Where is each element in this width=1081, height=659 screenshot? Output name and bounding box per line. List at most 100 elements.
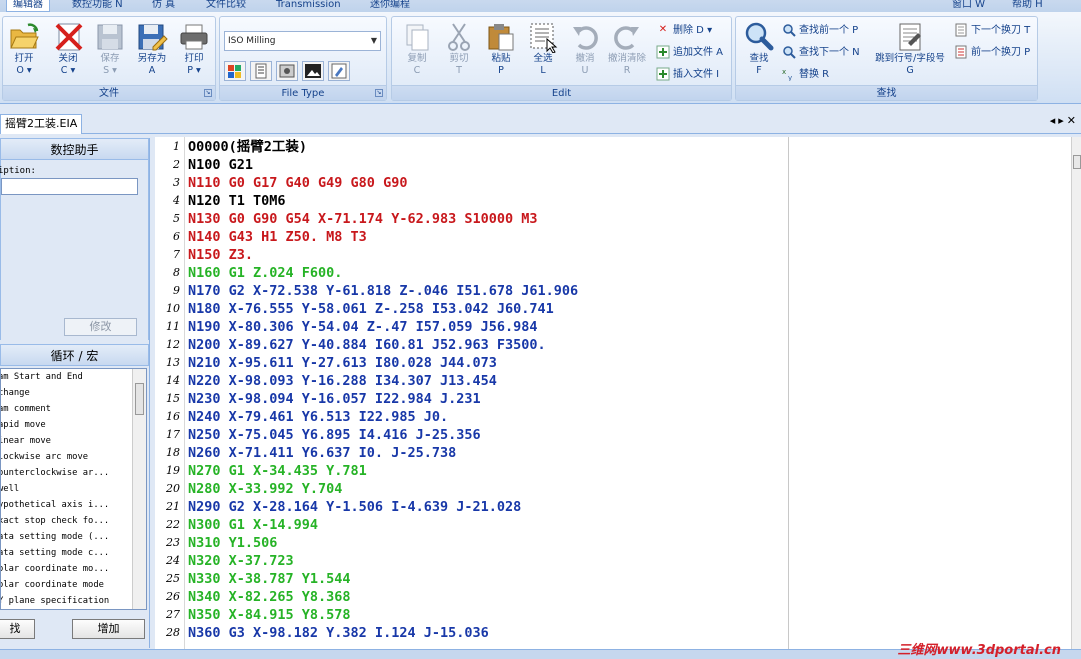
- close-button[interactable]: 关闭 C ▾: [49, 21, 87, 87]
- macro-add-button[interactable]: 增加: [72, 619, 145, 639]
- code-line[interactable]: N270 G1 X-34.435 Y.781: [188, 462, 367, 480]
- macro-list-item[interactable]: Y plane specification: [1, 593, 130, 609]
- cut-button[interactable]: 剪切 T: [440, 21, 478, 87]
- code-line[interactable]: N140 G43 H1 Z50. M8 T3: [188, 228, 367, 246]
- code-line[interactable]: N230 X-98.094 Y-16.057 I22.984 J.231: [188, 390, 481, 408]
- file-type-select[interactable]: ISO Milling ▼: [224, 31, 381, 51]
- macro-find-button[interactable]: 找: [0, 619, 35, 639]
- paste-button[interactable]: 粘贴 P: [482, 21, 520, 87]
- find-previous-icon: [783, 24, 796, 37]
- code-line[interactable]: N220 X-98.093 Y-16.288 I34.307 J13.454: [188, 372, 497, 390]
- save-disk-icon: [97, 24, 123, 50]
- code-line[interactable]: N300 G1 X-14.994: [188, 516, 318, 534]
- macro-list-item[interactable]: ypothetical axis i...: [1, 497, 130, 513]
- code-line[interactable]: N170 G2 X-72.538 Y-61.818 Z-.046 I51.678…: [188, 282, 578, 300]
- macro-list-item[interactable]: ounterclockwise ar...: [1, 465, 130, 481]
- save-button[interactable]: 保存 S ▾: [91, 21, 129, 87]
- macro-list-item[interactable]: inear move: [1, 433, 130, 449]
- tab-editor[interactable]: 编辑器: [6, 0, 50, 12]
- macro-scroll-thumb[interactable]: [135, 383, 144, 415]
- close-label: 关闭: [58, 53, 78, 64]
- document-tab[interactable]: 摇臂2工装.EIA: [0, 114, 83, 134]
- macro-list[interactable]: am Start and End change am comment apid mov…: [0, 368, 147, 610]
- open-button[interactable]: 打开 O ▾: [5, 21, 43, 87]
- description-input[interactable]: [1, 178, 138, 195]
- delete-button[interactable]: ✕ 删除 D ▾: [656, 22, 712, 40]
- find-button[interactable]: 查找 F: [740, 21, 778, 87]
- paste-label: 粘贴: [491, 53, 511, 64]
- editor-scrollbar[interactable]: [1071, 137, 1081, 649]
- code-line[interactable]: N130 G0 G90 G54 X-71.174 Y-62.983 S10000…: [188, 210, 538, 228]
- modify-button[interactable]: 修改: [64, 318, 137, 336]
- tab-transmission[interactable]: Transmission: [270, 0, 347, 12]
- settings-button[interactable]: [276, 61, 298, 81]
- macro-scrollbar[interactable]: [132, 369, 146, 609]
- code-line[interactable]: N350 X-84.915 Y8.578: [188, 606, 351, 624]
- code-line[interactable]: N240 X-79.461 Y6.513 I22.985 J0.: [188, 408, 448, 426]
- code-line[interactable]: N290 G2 X-28.164 Y-1.506 I-4.639 J-21.02…: [188, 498, 521, 516]
- code-line[interactable]: N210 X-95.611 Y-27.613 I80.028 J44.073: [188, 354, 497, 372]
- code-line[interactable]: N190 X-80.306 Y-54.04 Z-.47 I57.059 J56.…: [188, 318, 538, 336]
- find-next-button[interactable]: 查找下一个 N: [782, 44, 860, 62]
- close-icon[interactable]: ✕: [1067, 114, 1079, 127]
- code-line[interactable]: N110 G0 G17 G40 G49 G80 G90: [188, 174, 407, 192]
- macro-list-item[interactable]: ata setting mode (...: [1, 529, 130, 545]
- code-line[interactable]: N320 X-37.723: [188, 552, 294, 570]
- code-line[interactable]: N260 X-71.411 Y6.637 I0. J-25.738: [188, 444, 456, 462]
- redo-button[interactable]: 撤消清除 R: [608, 21, 646, 87]
- file-group-launcher[interactable]: ↘: [204, 89, 212, 97]
- select-all-button[interactable]: 全选 L: [524, 21, 562, 87]
- macro-list-item[interactable]: lockwise arc move: [1, 449, 130, 465]
- macro-items: am Start and End change am comment apid mov…: [1, 369, 146, 609]
- open-key: O ▾: [16, 65, 32, 76]
- undo-button[interactable]: 撤消 U: [566, 21, 604, 87]
- macro-list-item[interactable]: change: [1, 385, 130, 401]
- macro-list-item[interactable]: well: [1, 481, 130, 497]
- tab-file-compare[interactable]: 文件比较: [200, 0, 252, 12]
- code-line[interactable]: N180 X-76.555 Y-58.061 Z-.258 I53.042 J6…: [188, 300, 554, 318]
- code-editor[interactable]: 1 2 3 4 5 6 7 8 9 10 11 12 13 14 15 16 17 18 19 20 21 22 23 24 2…: [155, 137, 1081, 649]
- editor-scroll-thumb[interactable]: [1073, 155, 1081, 169]
- print-button[interactable]: 打印 P ▾: [175, 21, 213, 87]
- color-palette-button[interactable]: [224, 61, 246, 81]
- macro-list-item[interactable]: xact stop check fo...: [1, 513, 130, 529]
- insert-file-button[interactable]: 插入文件 I: [656, 66, 719, 84]
- find-previous-button[interactable]: 查找前一个 P: [782, 22, 858, 40]
- edit-image-button[interactable]: [328, 61, 350, 81]
- code-line[interactable]: N250 X-75.045 Y6.895 I4.416 J-25.356: [188, 426, 481, 444]
- tab-nc-functions[interactable]: 数控功能 N: [66, 0, 129, 12]
- image-button[interactable]: [302, 61, 324, 81]
- code-line[interactable]: N280 X-33.992 Y.704: [188, 480, 342, 498]
- macro-list-item[interactable]: olar coordinate mo...: [1, 561, 130, 577]
- next-tool-change-button[interactable]: 下一个换刀 T: [954, 22, 1030, 40]
- code-line[interactable]: O0000(摇臂2工装): [188, 138, 307, 156]
- code-line[interactable]: N120 T1 T0M6: [188, 192, 286, 210]
- previous-tool-change-button[interactable]: 前一个换刀 P: [954, 44, 1030, 62]
- tab-scroll-left-icon[interactable]: ◂: [1050, 114, 1059, 127]
- menu-window[interactable]: 窗口 W: [946, 0, 991, 12]
- code-line[interactable]: N340 X-82.265 Y8.368: [188, 588, 351, 606]
- menu-help[interactable]: 帮助 H: [1006, 0, 1049, 12]
- macro-list-item[interactable]: ata setting mode c...: [1, 545, 130, 561]
- append-file-button[interactable]: 追加文件 A: [656, 44, 723, 62]
- goto-line-button[interactable]: 跳到行号/字段号 G: [874, 21, 946, 87]
- copy-button[interactable]: 复制 C: [398, 21, 436, 87]
- code-line[interactable]: N360 G3 X-98.182 Y.382 I.124 J-15.036: [188, 624, 489, 642]
- save-as-button[interactable]: 另存为 A: [133, 21, 171, 87]
- code-line[interactable]: N100 G21: [188, 156, 253, 174]
- code-line[interactable]: N330 X-38.787 Y1.544: [188, 570, 351, 588]
- tab-mini-programming[interactable]: 迷你编程: [364, 0, 416, 12]
- file-list-button[interactable]: [250, 61, 272, 81]
- tab-simulation[interactable]: 仿 真: [146, 0, 181, 12]
- file-type-launcher[interactable]: ↘: [375, 89, 383, 97]
- macro-list-item[interactable]: apid move: [1, 417, 130, 433]
- macro-list-item[interactable]: am comment: [1, 401, 130, 417]
- replace-button[interactable]: x y 替换 R: [782, 66, 829, 84]
- code-line[interactable]: N200 X-89.627 Y-40.884 I60.81 J52.963 F3…: [188, 336, 546, 354]
- macro-list-item[interactable]: olar coordinate mode: [1, 577, 130, 593]
- macro-list-item[interactable]: am Start and End: [1, 369, 130, 385]
- tab-scroll-right-icon[interactable]: ▸: [1058, 114, 1067, 127]
- code-line[interactable]: N310 Y1.506: [188, 534, 277, 552]
- code-line[interactable]: N150 Z3.: [188, 246, 253, 264]
- code-line[interactable]: N160 G1 Z.024 F600.: [188, 264, 342, 282]
